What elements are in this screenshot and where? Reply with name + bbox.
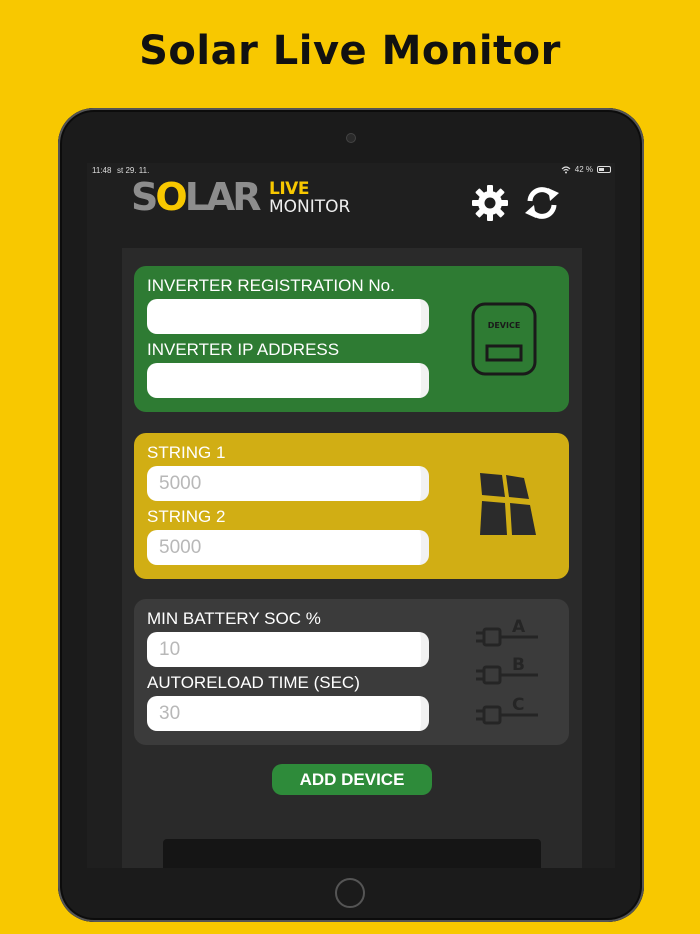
plug-label-b: B (512, 655, 525, 675)
plug-label-a: A (512, 617, 526, 637)
inverter-registration-label: INVERTER REGISTRATION No. (147, 276, 395, 295)
logo-solar: SOLAR (131, 175, 262, 219)
string-card: STRING 1 STRING 2 (134, 433, 569, 579)
string1-input[interactable] (147, 466, 429, 501)
wifi-icon (561, 165, 571, 173)
status-time: 11:48 (92, 166, 112, 175)
inverter-card: INVERTER REGISTRATION No. INVERTER IP AD… (134, 266, 569, 412)
string1-label: STRING 1 (147, 443, 226, 462)
battery-card: MIN BATTERY SOC % AUTORELOAD TIME (SEC) (134, 599, 569, 745)
battery-percent: 42 % (574, 165, 593, 174)
min-battery-soc-label: MIN BATTERY SOC % (147, 609, 321, 628)
add-device-button[interactable]: ADD DEVICE (272, 764, 432, 795)
promo-headline: Solar Live Monitor (139, 28, 561, 74)
min-battery-soc-input[interactable] (147, 632, 429, 667)
string2-label: STRING 2 (147, 507, 226, 526)
device-list-strip (163, 839, 541, 868)
inverter-ip-label: INVERTER IP ADDRESS (147, 340, 340, 359)
inverter-registration-input[interactable] (147, 299, 429, 334)
app-screen: 11:48 st 29. 11. 42 % SOLAR LIVE MONITOR (87, 163, 615, 868)
plug-abc-icon: A B C (476, 617, 538, 725)
refresh-icon[interactable] (522, 183, 562, 223)
gear-icon[interactable] (470, 183, 510, 223)
solar-panel-icon (480, 473, 536, 535)
inverter-ip-input[interactable] (147, 363, 429, 398)
string2-input[interactable] (147, 530, 429, 565)
logo-monitor: MONITOR (269, 197, 351, 217)
home-button[interactable] (335, 878, 365, 908)
logo-live: LIVE (269, 179, 309, 199)
device-icon-label: DEVICE (488, 321, 521, 330)
battery-icon (597, 166, 611, 173)
status-date: st 29. 11. (117, 166, 150, 175)
autoreload-time-input[interactable] (147, 696, 429, 731)
plug-label-c: C (512, 695, 524, 715)
camera-dot (347, 134, 355, 142)
device-icon: DEVICE (471, 302, 537, 376)
device-form-panel: INVERTER REGISTRATION No. INVERTER IP AD… (122, 248, 582, 868)
autoreload-time-label: AUTORELOAD TIME (SEC) (147, 673, 360, 692)
